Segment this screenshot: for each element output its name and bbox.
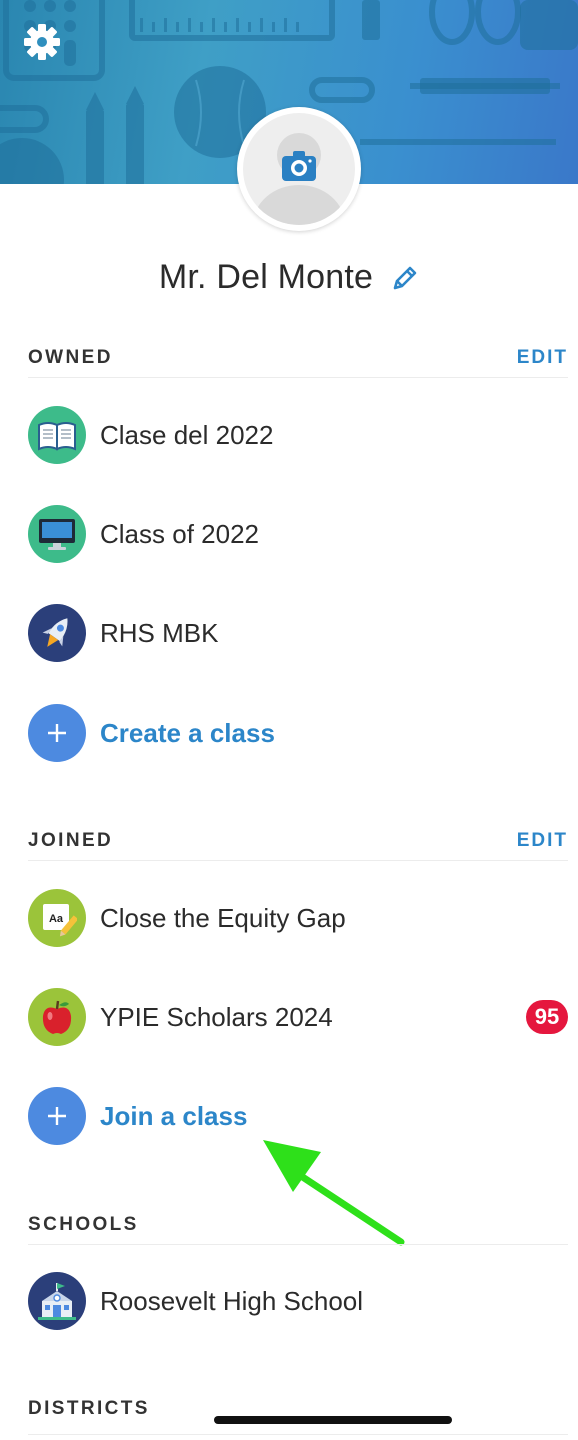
owned-edit-button[interactable]: EDIT <box>517 347 568 369</box>
class-label: Close the Equity Gap <box>100 902 346 933</box>
plus-icon <box>28 704 86 762</box>
class-label: Clase del 2022 <box>100 419 274 450</box>
notepad-pencil-icon: Aa <box>28 889 86 947</box>
divider <box>28 1434 568 1435</box>
owned-section-title: OWNED <box>28 346 113 368</box>
profile-name: Mr. Del Monte <box>158 257 374 296</box>
class-row-ypie-scholars-2024[interactable]: YPIE Scholars 2024 95 <box>28 987 568 1047</box>
create-class-label: Create a class <box>100 717 275 748</box>
pencil-edit-icon[interactable] <box>391 264 419 292</box>
school-row-roosevelt-high-school[interactable]: Roosevelt High School <box>28 1271 568 1331</box>
class-label: Class of 2022 <box>100 518 259 549</box>
notepad-glyph: Aa <box>49 913 64 925</box>
class-label: YPIE Scholars 2024 <box>100 1001 333 1032</box>
apple-icon <box>28 988 86 1046</box>
schools-section-header: SCHOOLS <box>28 1205 568 1245</box>
profile-screen: Mr. Del Monte OWNED EDIT Clase del 2022 … <box>0 0 578 1440</box>
joined-edit-button[interactable]: EDIT <box>517 830 568 852</box>
districts-section-title: DISTRICTS <box>28 1398 150 1419</box>
plus-icon <box>28 1087 86 1145</box>
gear-icon <box>24 24 60 60</box>
home-indicator[interactable] <box>214 1416 452 1424</box>
create-class-button[interactable]: Create a class <box>28 703 568 763</box>
notification-badge: 95 <box>526 1000 568 1034</box>
class-row-rhs-mbk[interactable]: RHS MBK <box>28 603 568 663</box>
avatar-frame <box>237 107 361 231</box>
class-row-clase-del-2022[interactable]: Clase del 2022 <box>28 405 568 465</box>
school-building-icon <box>28 1272 86 1330</box>
class-label: RHS MBK <box>100 617 219 648</box>
class-row-class-of-2022[interactable]: Class of 2022 <box>28 504 568 564</box>
schools-section-title: SCHOOLS <box>28 1213 139 1235</box>
joined-section-header: JOINED EDIT <box>28 821 568 861</box>
desktop-computer-icon <box>28 505 86 563</box>
open-book-icon <box>28 406 86 464</box>
class-row-close-the-equity-gap[interactable]: Aa Close the Equity Gap <box>28 888 568 948</box>
rocket-icon <box>28 604 86 662</box>
camera-icon <box>282 151 316 181</box>
avatar[interactable] <box>243 113 355 225</box>
profile-name-row: Mr. Del Monte <box>0 252 578 302</box>
join-class-label: Join a class <box>100 1100 248 1131</box>
settings-button[interactable] <box>22 22 68 68</box>
school-label: Roosevelt High School <box>100 1285 364 1316</box>
joined-section-title: JOINED <box>28 829 114 851</box>
owned-section-header: OWNED EDIT <box>28 338 568 378</box>
